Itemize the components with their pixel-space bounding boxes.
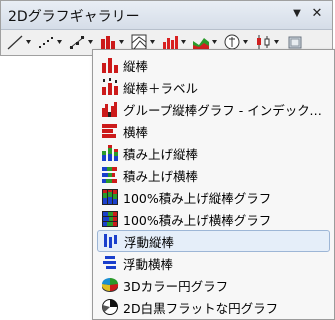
stacked-column-chart-icon [102,145,118,161]
menu-item-percent-stacked-column[interactable]: 100%積み上げ縦棒グラフ [97,186,330,208]
chevron-down-icon[interactable] [119,40,124,44]
3d-color-pie-icon [101,278,119,292]
menu-item-label: 積み上げ縦棒 [123,146,199,162]
menu-item-floating-column[interactable]: 浮動縦棒 [97,230,330,252]
percent-stacked-column-icon [102,189,118,205]
menu-item-label: 浮動縦棒 [124,234,175,250]
column-chart-icon [102,58,118,73]
chevron-down-icon[interactable] [243,40,248,44]
chevron-down-icon[interactable] [150,40,155,44]
stacked-bar-chart-icon [102,167,117,183]
menu-item-label: 横棒 [123,124,149,140]
menu-item-label: 浮動横棒 [123,256,174,272]
chevron-down-icon[interactable] [26,40,31,44]
menu-item-label: 100%積み上げ縦棒グラフ [123,190,272,206]
line-chart-tool[interactable] [6,32,31,52]
line-symbol-chart-icon [69,36,85,49]
menu-item-stacked-bar[interactable]: 積み上げ横棒 [97,164,330,186]
panel-options-button[interactable]: ▼ [289,6,305,22]
chevron-down-icon[interactable] [274,40,279,44]
menu-item-percent-stacked-bar[interactable]: 100%積み上げ横棒グラフ [97,208,330,230]
close-button[interactable]: ✕ [309,6,325,22]
column-label-chart-icon [102,78,118,95]
2d-bw-pie-icon [102,299,118,315]
menu-item-label: グループ縦棒グラフ - インデックスデータ… [123,102,328,118]
menu-item-3d-color-pie[interactable]: 3Dカラー円グラフ [97,274,330,296]
floating-column-icon [104,234,117,248]
grouped-column-chart-icon [102,102,117,117]
panel-titlebar[interactable]: 2Dグラフギャラリー ▼ ✕ [1,1,332,30]
graph-gallery-panel: 2Dグラフギャラリー ▼ ✕ [0,0,333,56]
line-chart-icon [7,35,23,50]
horizontal-bar-chart-icon [102,124,117,138]
chart-type-menu: 縦棒 縦棒＋ラベル グループ縦棒グラフ - インデックスデータ… 横棒 積み上 [92,49,335,320]
chevron-down-icon[interactable] [57,40,62,44]
panel-title: 2Dグラフギャラリー [8,9,140,25]
percent-stacked-bar-icon [102,211,118,227]
menu-item-label: 3Dカラー円グラフ [123,278,229,294]
menu-item-label: 積み上げ横棒 [123,168,199,184]
floating-bar-icon [103,256,116,269]
menu-item-column-label[interactable]: 縦棒＋ラベル [97,76,330,98]
chevron-down-icon[interactable] [212,40,217,44]
line-symbol-chart-tool[interactable] [68,32,93,52]
menu-item-stacked-column[interactable]: 積み上げ縦棒 [97,142,330,164]
scatter-chart-tool[interactable] [37,32,62,52]
menu-item-label: 縦棒 [123,58,149,74]
menu-item-grouped-column[interactable]: グループ縦棒グラフ - インデックスデータ… [97,98,330,120]
menu-item-horizontal-bar[interactable]: 横棒 [97,120,330,142]
menu-item-label: 2D白黒フラットな円グラフ [123,300,279,316]
menu-item-label: 100%積み上げ横棒グラフ [123,212,272,228]
chevron-down-icon[interactable] [88,40,93,44]
menu-item-label: 縦棒＋ラベル [123,80,199,96]
chevron-down-icon[interactable] [181,40,186,44]
menu-item-2d-bw-pie[interactable]: 2D白黒フラットな円グラフ [97,296,330,318]
scatter-chart-icon [39,37,53,48]
menu-item-floating-bar[interactable]: 浮動横棒 [97,252,330,274]
menu-item-column[interactable]: 縦棒 [97,54,330,76]
